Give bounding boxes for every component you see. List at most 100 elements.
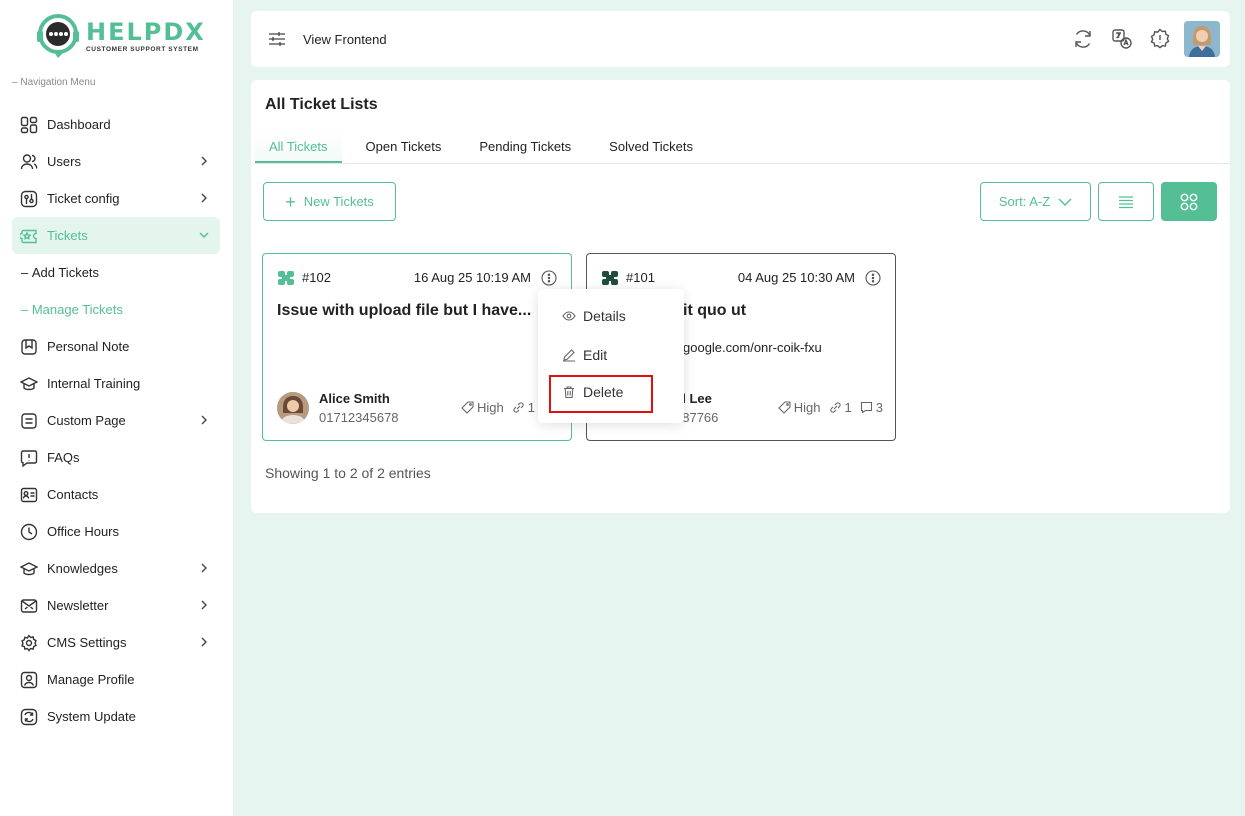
ticket-card[interactable]: #102 16 Aug 25 10:19 AM Issue with uploa… — [262, 253, 572, 441]
sidebar-item-newsletter[interactable]: Newsletter — [12, 587, 220, 624]
ticket-attachments: 1 — [527, 400, 535, 415]
sidebar-item-office-hours[interactable]: Office Hours — [12, 513, 220, 550]
sidebar-item-label: Knowledges — [47, 561, 118, 576]
menu-item-details[interactable]: Details — [562, 308, 626, 324]
ticket-icon — [20, 227, 38, 245]
sidebar-item-ticket-config[interactable]: Ticket config — [12, 180, 220, 217]
ticket-icon — [602, 270, 618, 285]
attachment-icon — [829, 402, 841, 413]
chevron-right-icon — [201, 415, 207, 425]
pencil-icon — [563, 349, 575, 362]
more-options-icon[interactable] — [541, 270, 557, 286]
update-icon — [20, 708, 38, 726]
chevron-right-icon — [201, 156, 207, 166]
tag-icon — [778, 401, 791, 414]
tab-solved-tickets[interactable]: Solved Tickets — [595, 131, 707, 163]
sidebar-item-label: Newsletter — [47, 598, 109, 613]
chevron-down-icon — [199, 232, 209, 238]
sidebar-item-label: Users — [47, 154, 81, 169]
ticket-link[interactable]: google.com/onr-coik-fxu — [683, 340, 822, 355]
sidebar-item-cms-settings[interactable]: CMS Settings — [12, 624, 220, 661]
sidebar-item-custom-page[interactable]: Custom Page — [12, 402, 220, 439]
logo-icon — [34, 12, 82, 60]
dashboard-icon — [20, 116, 38, 134]
sidebar-item-label: Tickets — [47, 228, 88, 243]
top-bar: View Frontend — [251, 11, 1230, 67]
eye-icon — [562, 311, 576, 321]
language-icon[interactable] — [1111, 28, 1133, 50]
customer-phone: 01712345678 — [319, 410, 399, 425]
sidebar-item-faqs[interactable]: FAQs — [12, 439, 220, 476]
ticket-id: #101 — [626, 270, 655, 285]
ticket-tabs: All Tickets Open Tickets Pending Tickets… — [255, 131, 1230, 164]
clock-icon — [20, 523, 38, 541]
tab-open-tickets[interactable]: Open Tickets — [352, 131, 456, 163]
knowledge-icon — [20, 560, 38, 578]
sliders-menu-icon[interactable] — [268, 31, 286, 47]
list-view-button[interactable] — [1098, 182, 1154, 221]
sidebar-item-contacts[interactable]: Contacts — [12, 476, 220, 513]
sidebar-item-label: Dashboard — [47, 117, 111, 132]
menu-item-label: Edit — [583, 347, 608, 363]
ticket-replies: 3 — [875, 400, 883, 415]
ticket-subject[interactable]: Issue with upload file but I have... — [277, 302, 531, 320]
ticket-list-card: All Ticket Lists All Tickets Open Ticket… — [251, 80, 1230, 513]
sidebar-item-internal-training[interactable]: Internal Training — [12, 365, 220, 402]
ticket-attachments: 1 — [844, 400, 852, 415]
ticket-config-icon — [20, 190, 38, 208]
sidebar-item-knowledges[interactable]: Knowledges — [12, 550, 220, 587]
new-tickets-label: New Tickets — [303, 194, 374, 209]
sidebar-item-dashboard[interactable]: Dashboard — [12, 106, 220, 143]
ticket-priority: High — [477, 400, 504, 415]
chevron-right-icon — [201, 600, 207, 610]
sort-dropdown[interactable]: Sort: A-Z — [980, 182, 1091, 221]
menu-item-edit[interactable]: Edit — [562, 347, 607, 363]
user-avatar[interactable] — [1184, 21, 1220, 57]
brand-title: HELPDX — [86, 18, 206, 46]
sidebar-item-label: FAQs — [47, 450, 80, 465]
tab-all-tickets[interactable]: All Tickets — [255, 131, 342, 163]
sidebar-item-personal-note[interactable]: Personal Note — [12, 328, 220, 365]
brand-subtitle: CUSTOMER SUPPORT SYSTEM — [86, 46, 199, 53]
brand-logo[interactable]: HELPDX CUSTOMER SUPPORT SYSTEM — [34, 12, 206, 60]
sidebar-item-system-update[interactable]: System Update — [12, 698, 220, 735]
sidebar-item-tickets[interactable]: Tickets — [12, 217, 220, 254]
tab-pending-tickets[interactable]: Pending Tickets — [465, 131, 585, 163]
sidebar-item-manage-profile[interactable]: Manage Profile — [12, 661, 220, 698]
attachment-icon — [513, 402, 524, 413]
chevron-right-icon — [201, 637, 207, 647]
sidebar-item-label: System Update — [47, 709, 136, 724]
ticket-date: 16 Aug 25 10:19 AM — [413, 270, 531, 285]
sidebar-subitem-manage-tickets[interactable]: – Manage Tickets — [12, 291, 220, 328]
pagination-info: Showing 1 to 2 of 2 entries — [265, 465, 431, 481]
sidebar-item-users[interactable]: Users — [12, 143, 220, 180]
ticket-options-menu: Details Edit Delete — [538, 289, 684, 423]
customer-avatar — [277, 392, 309, 424]
page-icon — [20, 412, 38, 430]
chevron-right-icon — [201, 563, 207, 573]
sidebar: HELPDX CUSTOMER SUPPORT SYSTEM – Navigat… — [0, 0, 234, 816]
training-icon — [20, 375, 38, 393]
contacts-icon — [20, 486, 38, 504]
sidebar-item-label: CMS Settings — [47, 635, 127, 650]
more-options-icon[interactable] — [865, 270, 881, 286]
sidebar-item-label: Office Hours — [47, 524, 120, 539]
ticket-id: #102 — [302, 270, 331, 285]
menu-item-label: Details — [583, 308, 626, 324]
sync-icon[interactable] — [1072, 28, 1094, 50]
page-title: All Ticket Lists — [265, 96, 378, 113]
reply-icon — [860, 401, 872, 414]
sidebar-subitem-add-tickets[interactable]: – Add Tickets — [12, 254, 220, 291]
nav-heading: – Navigation Menu — [12, 77, 96, 88]
new-tickets-button[interactable]: + New Tickets — [263, 182, 396, 221]
chevron-down-icon — [1058, 198, 1072, 206]
view-frontend-link[interactable]: View Frontend — [303, 32, 387, 47]
grid-view-button[interactable] — [1161, 182, 1217, 221]
sort-label: Sort: A-Z — [998, 194, 1051, 209]
alert-badge-icon[interactable] — [1149, 28, 1171, 50]
profile-icon — [20, 671, 38, 689]
sidebar-item-label: Contacts — [47, 487, 99, 502]
ticket-subject[interactable]: it quo ut — [683, 302, 746, 320]
sidebar-item-label: Personal Note — [47, 339, 130, 354]
sidebar-item-label: Manage Profile — [47, 672, 135, 687]
